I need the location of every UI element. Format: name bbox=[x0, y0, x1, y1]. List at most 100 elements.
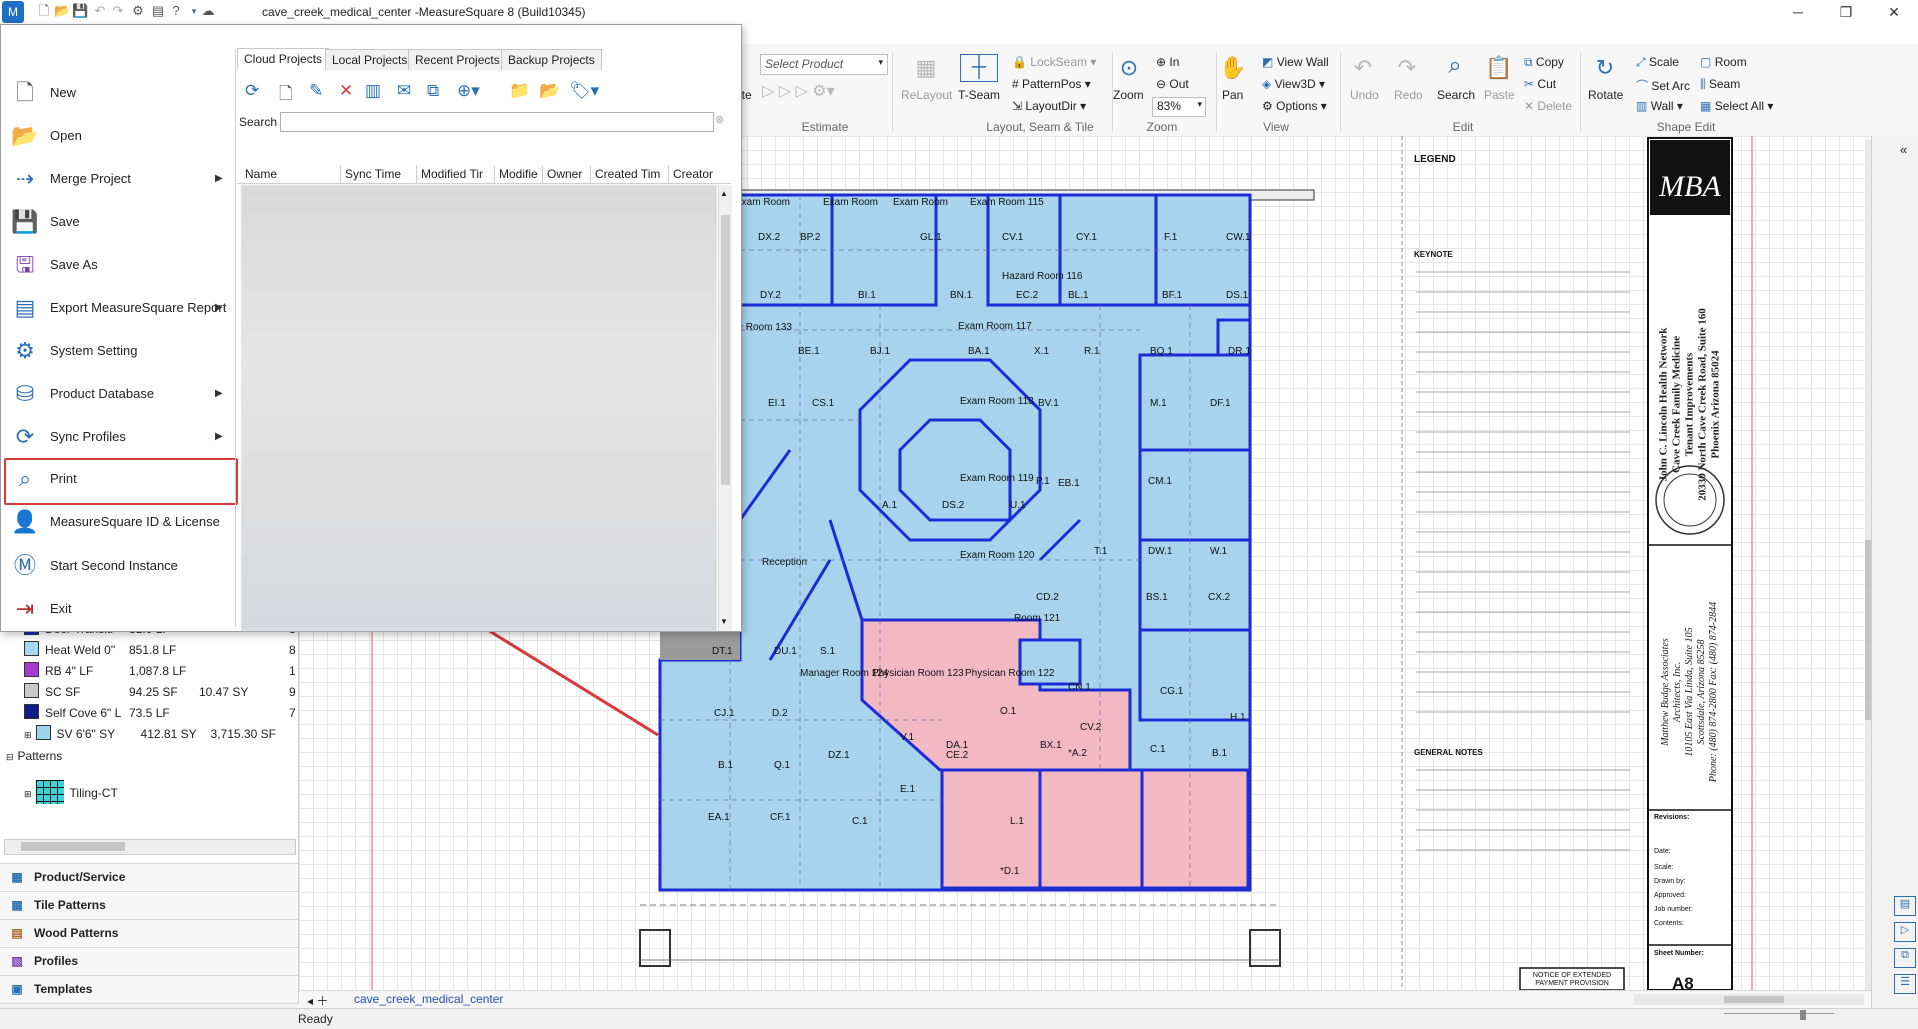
col-modified-by[interactable]: Modifie bbox=[495, 165, 543, 183]
project-line: Tenant Improvements bbox=[1683, 352, 1696, 457]
vertical-scrollbar[interactable]: ▲ ▼ bbox=[718, 185, 732, 631]
menu-item-start-second-instance[interactable]: Ⓜ Start Second Instance bbox=[1, 545, 233, 587]
menu-item-export-measuresquare-report[interactable]: ▤ Export MeasureSquare Report ▶ bbox=[1, 287, 233, 329]
room-label[interactable]: Exam Room 120 bbox=[960, 550, 1034, 561]
columns-icon[interactable]: ▥ bbox=[365, 81, 381, 101]
menu-item-measuresquare-id-license[interactable]: 👤 MeasureSquare ID & License bbox=[1, 501, 233, 543]
project-line: 20330 North Cave Creek Road, Suite 160 bbox=[1696, 308, 1709, 501]
sheet-field: Job number: bbox=[1654, 906, 1693, 913]
menu-item-save-as[interactable]: 🖫 Save As bbox=[1, 244, 233, 286]
menu-item-exit[interactable]: ⇥ Exit bbox=[1, 588, 233, 630]
menu-item-sync-profiles[interactable]: ⟳ Sync Profiles ▶ bbox=[1, 416, 233, 458]
room-code-label: DS.1 bbox=[1226, 290, 1249, 301]
room-code-label: S.1 bbox=[820, 646, 836, 657]
tab-local-projects[interactable]: Local Projects bbox=[325, 49, 415, 70]
play-icon[interactable]: ▷ bbox=[1894, 922, 1916, 942]
room-code-label: BA.1 bbox=[968, 346, 990, 357]
room-label[interactable]: Exam Room bbox=[823, 197, 878, 208]
globe-icon[interactable]: ⊕▾ bbox=[457, 81, 480, 101]
tag-icon[interactable]: 🏷▾ bbox=[569, 81, 599, 101]
room-label[interactable]: Room 121 bbox=[1014, 613, 1060, 624]
menu-item-label: New bbox=[50, 85, 77, 100]
room-code-label: T.1 bbox=[1094, 546, 1108, 557]
collapse-panel-icon[interactable]: « bbox=[1900, 142, 1907, 157]
architect-block: Matthew Budge Associates Architects, Inc… bbox=[1652, 550, 1728, 805]
delete-x-icon[interactable]: ✕ bbox=[339, 81, 353, 101]
menu-item-label: Product Database bbox=[50, 386, 155, 401]
folder-icon[interactable]: 📁 bbox=[509, 81, 530, 101]
room-label[interactable]: Physican Room 122 bbox=[965, 668, 1055, 679]
menu-item-label: Save bbox=[50, 214, 80, 229]
document-tab[interactable]: cave_creek_medical_center bbox=[354, 992, 503, 1006]
menu-item-merge-project[interactable]: ⇢ Merge Project ▶ bbox=[1, 158, 233, 200]
menu-item-system-setting[interactable]: ⚙ System Setting bbox=[1, 330, 233, 372]
scroll-up-icon[interactable]: ▲ bbox=[720, 189, 728, 198]
clear-search-icon[interactable]: ⊗ bbox=[715, 113, 724, 126]
search-input[interactable] bbox=[280, 112, 714, 132]
col-created-time[interactable]: Created Tim bbox=[591, 165, 669, 183]
room-code-label: C.1 bbox=[1150, 744, 1166, 755]
tab-recent-projects[interactable]: Recent Projects bbox=[408, 49, 507, 70]
scrollbar-thumb[interactable] bbox=[1724, 996, 1784, 1003]
room-code-label: CX.2 bbox=[1208, 592, 1231, 603]
zoom-slider-handle[interactable] bbox=[1800, 1010, 1806, 1020]
zoom-slider[interactable] bbox=[1724, 1010, 1834, 1024]
layers-icon[interactable]: ⧉ bbox=[1894, 948, 1916, 968]
room-code-label: P.1 bbox=[1036, 476, 1050, 487]
room-code-label: V.1 bbox=[900, 732, 915, 743]
tab-backup-projects[interactable]: Backup Projects bbox=[501, 49, 602, 70]
scrollbar-thumb[interactable] bbox=[721, 215, 730, 485]
scrollbar-thumb[interactable] bbox=[1865, 540, 1871, 720]
refresh-icon[interactable]: ⟳ bbox=[245, 81, 259, 101]
menu-item-open[interactable]: 📂 Open bbox=[1, 115, 233, 157]
room-label[interactable]: Exam Room 119 bbox=[960, 473, 1034, 484]
menu-item-product-database[interactable]: ⛁ Product Database ▶ bbox=[1, 373, 233, 415]
menu-item-new[interactable]: 🗋 New bbox=[1, 72, 233, 114]
room-label[interactable]: Exam Room bbox=[735, 197, 790, 208]
col-modified-time[interactable]: Modified Tir bbox=[417, 165, 495, 183]
email-icon[interactable]: ✉ bbox=[397, 81, 411, 101]
room-code-label: GL.1 bbox=[920, 232, 942, 243]
panel-list-icon[interactable]: ☰ bbox=[1894, 974, 1916, 994]
room-code-label: D.2 bbox=[772, 708, 788, 719]
room-label[interactable]: Exam Room 115 bbox=[970, 197, 1044, 208]
room-label[interactable]: Hazard Room 116 bbox=[1002, 271, 1082, 282]
tab-nav-icon[interactable]: ◂ ＋ bbox=[307, 992, 328, 1009]
horizontal-scrollbar[interactable] bbox=[1634, 994, 1864, 1005]
room-code-label: BF.1 bbox=[1162, 290, 1183, 301]
menu-item-save[interactable]: 💾 Save bbox=[1, 201, 233, 243]
scroll-down-icon[interactable]: ▼ bbox=[720, 617, 728, 626]
room-code-label: DA.1 bbox=[946, 740, 969, 751]
project-title-block: John C. Lincoln Health Network Cave Cree… bbox=[1652, 222, 1728, 542]
new-document-icon[interactable]: 🗋 bbox=[279, 81, 293, 110]
room-code-label: C.1 bbox=[852, 816, 868, 827]
copy-files-icon[interactable]: ⧉ bbox=[427, 81, 439, 101]
folder-open-icon[interactable]: 📂 bbox=[539, 81, 560, 101]
room-label[interactable]: Physician Room 123 bbox=[872, 668, 964, 679]
room-code-label: E.1 bbox=[900, 784, 916, 795]
room-code-label: CM.1 bbox=[1148, 476, 1172, 487]
room-code-label: EI.1 bbox=[768, 398, 786, 409]
col-sync-time[interactable]: Sync Time bbox=[341, 165, 417, 183]
room-code-label: B.1 bbox=[1212, 748, 1228, 759]
room-label[interactable]: Exam Room bbox=[893, 197, 948, 208]
vertical-scrollbar[interactable] bbox=[1865, 140, 1871, 990]
room-label[interactable]: Reception bbox=[762, 557, 807, 568]
col-creator[interactable]: Creator bbox=[669, 165, 721, 183]
room-code-label: DF.1 bbox=[1210, 398, 1231, 409]
architect-line: Architects, Inc. bbox=[1672, 661, 1683, 723]
room-label[interactable]: Exam Room 118 bbox=[960, 396, 1034, 407]
project-line: Phoenix Arizona 85024 bbox=[1709, 350, 1722, 459]
tab-cloud-projects[interactable]: Cloud Projects bbox=[237, 48, 330, 69]
col-owner[interactable]: Owner bbox=[543, 165, 591, 183]
col-name[interactable]: Name bbox=[241, 165, 341, 183]
room-label[interactable]: Exam Room 117 bbox=[958, 321, 1032, 332]
room-code-label: *A.2 bbox=[1068, 748, 1087, 759]
panel-view-icon[interactable]: ▤ bbox=[1894, 896, 1916, 916]
menu-item-label: Open bbox=[50, 128, 82, 143]
room-code-label: DR.1 bbox=[1228, 346, 1251, 357]
edit-pencil-icon[interactable]: ✎ bbox=[309, 81, 323, 101]
room-code-label: BQ.1 bbox=[1150, 346, 1173, 357]
export-report-icon: ▤ bbox=[14, 295, 36, 320]
architect-line: Phone: (480) 874-2800 Fax: (480) 874-284… bbox=[1708, 601, 1719, 783]
